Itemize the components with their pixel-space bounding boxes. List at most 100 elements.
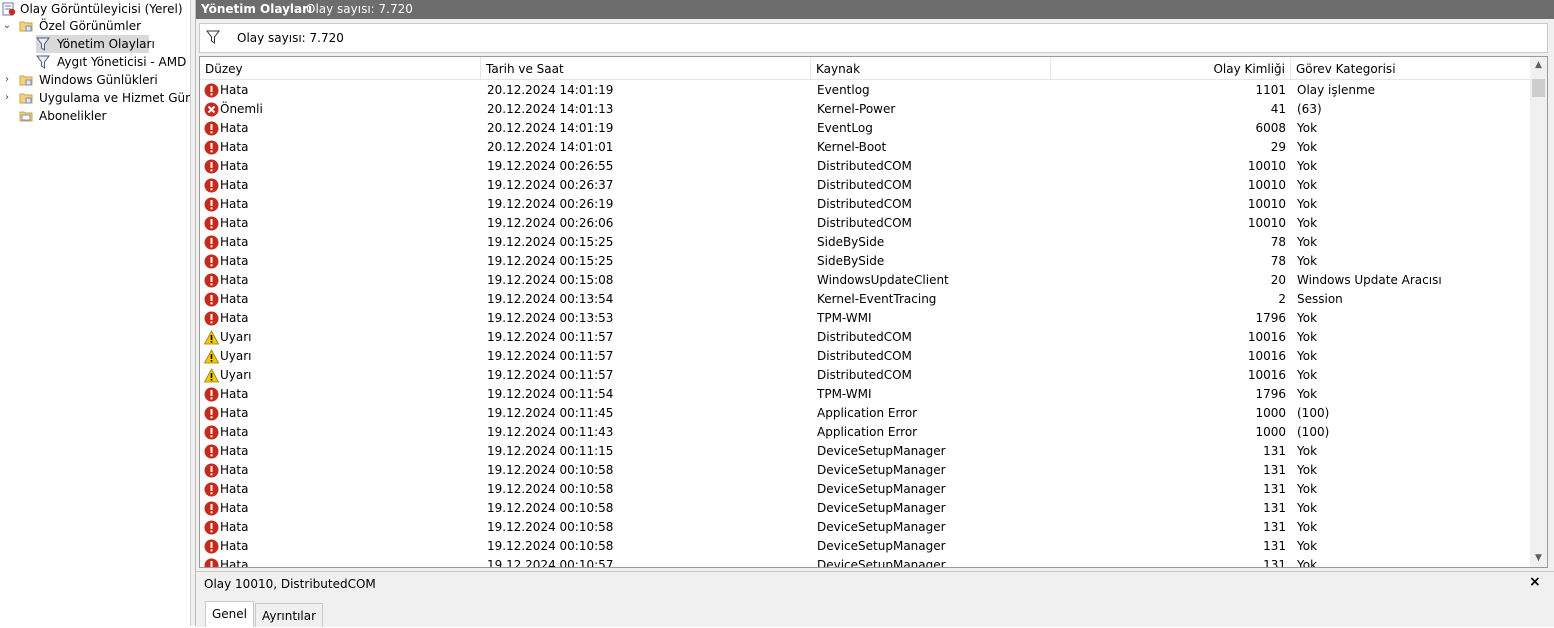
cell-task-category: Yok xyxy=(1297,159,1318,173)
cell-level: Hata xyxy=(200,271,481,290)
table-row[interactable]: Hata 19.12.2024 00:13:53 TPM-WMI 1796 Yok xyxy=(200,309,1531,328)
scroll-thumb[interactable] xyxy=(1532,79,1545,97)
table-row[interactable]: Hata 19.12.2024 00:26:19 DistributedCOM 100… xyxy=(200,195,1531,214)
column-header: Düzey Tarih ve Saat Kaynak Olay Kimliği … xyxy=(200,57,1531,80)
cell-date: 20.12.2024 14:01:19 xyxy=(487,121,614,135)
column-header-event-id[interactable]: Olay Kimliği xyxy=(1051,57,1291,79)
chevron-down-icon[interactable]: ⌄ xyxy=(2,17,12,35)
cell-event-id: 10010 xyxy=(1247,197,1286,211)
cell-event-id: 78 xyxy=(1270,254,1286,268)
cell-event-id: 10010 xyxy=(1247,216,1286,230)
filter-icon[interactable] xyxy=(206,30,220,44)
level-text: Hata xyxy=(220,406,249,420)
table-row[interactable]: Hata 19.12.2024 00:11:45 Application Error… xyxy=(200,404,1531,423)
folder-icon xyxy=(19,21,33,32)
cell-level: Hata xyxy=(200,442,481,461)
table-row[interactable]: Hata 19.12.2024 00:11:43 Application Error… xyxy=(200,423,1531,442)
cell-task-category: Yok xyxy=(1297,558,1318,568)
column-header-level[interactable]: Düzey xyxy=(200,57,481,79)
tree-node-device-manager[interactable]: Aygıt Yöneticisi - AMD Ry xyxy=(36,53,190,71)
tree-node-subscriptions[interactable]: Abonelikler xyxy=(0,107,190,125)
cell-task-category: Yok xyxy=(1297,539,1318,553)
cell-level: Hata xyxy=(200,290,481,309)
column-header-source[interactable]: Kaynak xyxy=(811,57,1051,79)
table-row[interactable]: Hata 20.12.2024 14:01:01 Kernel-Boot 29 Yok xyxy=(200,138,1531,157)
tab-general[interactable]: Genel xyxy=(205,601,255,627)
cell-task-category: Session xyxy=(1297,292,1343,306)
tree-label: Özel Görünümler xyxy=(39,19,142,33)
close-icon[interactable]: × xyxy=(1529,574,1541,590)
cell-level: Hata xyxy=(200,309,481,328)
cell-task-category: Windows Update Aracısı xyxy=(1297,273,1442,287)
level-text: Hata xyxy=(220,197,249,211)
table-row[interactable]: Hata 19.12.2024 00:11:15 DeviceSetupManage… xyxy=(200,442,1531,461)
tree-node-root[interactable]: Olay Görüntüleyicisi (Yerel) xyxy=(0,0,190,18)
table-row[interactable]: Uyarı 19.12.2024 00:11:57 DistributedCOM 10… xyxy=(200,328,1531,347)
view-event-count: Olay sayısı: 7.720 xyxy=(306,2,413,16)
table-row[interactable]: Hata 19.12.2024 00:10:58 DeviceSetupManage… xyxy=(200,480,1531,499)
table-row[interactable]: Uyarı 19.12.2024 00:11:57 DistributedCOM 10… xyxy=(200,366,1531,385)
level-text: Hata xyxy=(220,292,249,306)
cell-task-category: Yok xyxy=(1297,178,1318,192)
table-row[interactable]: Hata 19.12.2024 00:13:54 Kernel-EventTraci… xyxy=(200,290,1531,309)
table-row[interactable]: Hata 19.12.2024 00:10:58 DeviceSetupManage… xyxy=(200,537,1531,556)
cell-date: 19.12.2024 00:11:57 xyxy=(487,330,614,344)
cell-event-id: 131 xyxy=(1263,520,1286,534)
chevron-right-icon[interactable]: › xyxy=(2,89,12,107)
table-row[interactable]: Hata 19.12.2024 00:15:25 SideBySide 78 Yok xyxy=(200,233,1531,252)
table-row[interactable]: Hata 19.12.2024 00:15:08 WindowsUpdateClie… xyxy=(200,271,1531,290)
scroll-down-icon[interactable]: ▼ xyxy=(1530,550,1547,567)
table-row[interactable]: Hata 19.12.2024 00:10:57 DeviceSetupManage… xyxy=(200,556,1531,568)
tree-node-windows-logs[interactable]: › Windows Günlükleri xyxy=(0,71,190,89)
cell-level: Hata xyxy=(200,119,481,138)
cell-task-category: Yok xyxy=(1297,330,1318,344)
level-text: Hata xyxy=(220,387,249,401)
tree-label: Olay Görüntüleyicisi (Yerel) xyxy=(20,2,183,16)
level-text: Hata xyxy=(220,539,249,553)
tab-details[interactable]: Ayrıntılar xyxy=(255,603,324,627)
cell-level: Hata xyxy=(200,404,481,423)
table-row[interactable]: Hata 20.12.2024 14:01:19 EventLog 6008 Yok xyxy=(200,119,1531,138)
column-header-date[interactable]: Tarih ve Saat xyxy=(481,57,811,79)
event-detail-pane: Olay 10010, DistributedCOM × Genel Ayrın… xyxy=(196,571,1554,627)
level-text: Uyarı xyxy=(220,368,252,382)
level-text: Hata xyxy=(220,273,249,287)
tree-label: Abonelikler xyxy=(39,109,107,123)
cell-source: Eventlog xyxy=(817,83,870,97)
cell-date: 19.12.2024 00:11:45 xyxy=(487,406,614,420)
event-rows: Hata 20.12.2024 14:01:19 Eventlog 1101 Olay … xyxy=(200,81,1531,568)
table-row[interactable]: Hata 19.12.2024 00:26:55 DistributedCOM 100… xyxy=(200,157,1531,176)
table-row[interactable]: Hata 19.12.2024 00:26:37 DistributedCOM 100… xyxy=(200,176,1531,195)
event-viewer-icon xyxy=(2,2,16,16)
cell-event-id: 1101 xyxy=(1255,83,1286,97)
cell-task-category: Yok xyxy=(1297,368,1318,382)
tree-node-custom-views[interactable]: ⌄ Özel Görünümler xyxy=(0,17,190,35)
cell-source: DistributedCOM xyxy=(817,197,912,211)
table-row[interactable]: Hata 19.12.2024 00:11:54 TPM-WMI 1796 Yok xyxy=(200,385,1531,404)
cell-level: Hata xyxy=(200,556,481,567)
column-header-task-category[interactable]: Görev Kategorisi xyxy=(1291,57,1531,79)
cell-date: 19.12.2024 00:10:57 xyxy=(487,558,614,568)
table-row[interactable]: Önemli 20.12.2024 14:01:13 Kernel-Power 41 (… xyxy=(200,100,1531,119)
cell-date: 19.12.2024 00:11:57 xyxy=(487,368,614,382)
level-text: Hata xyxy=(220,216,249,230)
table-row[interactable]: Hata 19.12.2024 00:10:58 DeviceSetupManage… xyxy=(200,518,1531,537)
cell-level: Hata xyxy=(200,138,481,157)
table-row[interactable]: Hata 19.12.2024 00:10:58 DeviceSetupManage… xyxy=(200,499,1531,518)
table-row[interactable]: Hata 19.12.2024 00:10:58 DeviceSetupManage… xyxy=(200,461,1531,480)
table-row[interactable]: Hata 19.12.2024 00:26:06 DistributedCOM 100… xyxy=(200,214,1531,233)
navigation-tree: Olay Görüntüleyicisi (Yerel) ⌄ Özel Görü… xyxy=(0,0,190,626)
cell-level: Hata xyxy=(200,537,481,556)
level-text: Hata xyxy=(220,311,249,325)
table-row[interactable]: Hata 20.12.2024 14:01:19 Eventlog 1101 Olay … xyxy=(200,81,1531,100)
vertical-scrollbar[interactable]: ▲ ▼ xyxy=(1530,57,1547,567)
cell-source: DistributedCOM xyxy=(817,216,912,230)
table-row[interactable]: Hata 19.12.2024 00:15:25 SideBySide 78 Yok xyxy=(200,252,1531,271)
chevron-right-icon[interactable]: › xyxy=(2,71,12,89)
tree-node-app-service-logs[interactable]: › Uygulama ve Hizmet Günlük xyxy=(0,89,190,107)
scroll-up-icon[interactable]: ▲ xyxy=(1530,57,1547,74)
tree-node-admin-events[interactable]: Yönetim Olayları xyxy=(36,35,155,53)
cell-event-id: 1000 xyxy=(1255,406,1286,420)
cell-date: 19.12.2024 00:10:58 xyxy=(487,539,614,553)
table-row[interactable]: Uyarı 19.12.2024 00:11:57 DistributedCOM 10… xyxy=(200,347,1531,366)
